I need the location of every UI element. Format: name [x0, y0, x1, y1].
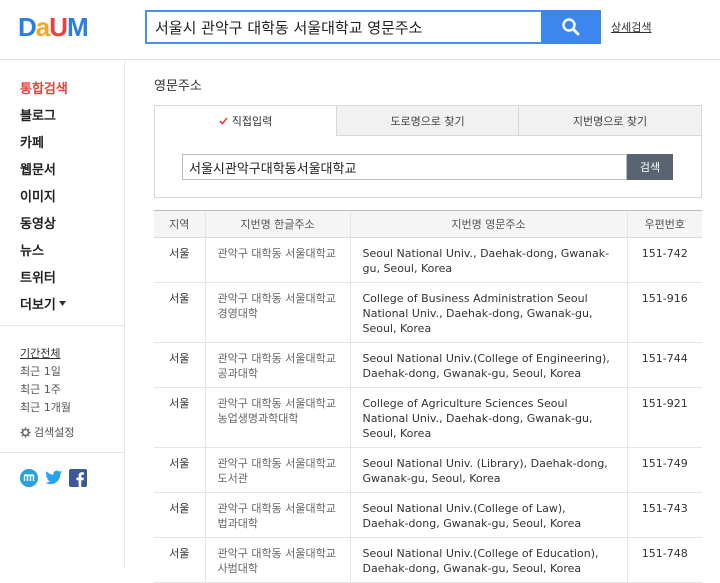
tab-road-name[interactable]: 도로명으로 찾기 [336, 106, 518, 136]
period-1week[interactable]: 최근 1주 [20, 381, 61, 397]
mypeople-glyph-icon [20, 469, 38, 487]
cell-korean-address: 관악구 대학동 서울대학교법과대학 [204, 492, 350, 538]
cell-english-address: Seoul National Univ.(College of Educatio… [349, 537, 627, 583]
logo-letter-d: D [18, 12, 37, 42]
sidebar-item-video[interactable]: 동영상 [20, 213, 56, 232]
cell-zipcode: 151-749 [626, 447, 702, 493]
main-content: 영문주소 직접입력 도로명으로 찾기 지번명으로 찾기 검색 지역 지번명 한글… [125, 61, 720, 583]
cell-korean-address: 관악구 대학동 서울대학교사범대학 [204, 537, 350, 583]
logo-letter-m: M [67, 12, 89, 42]
facebook-f-icon [69, 469, 87, 487]
sidebar-item-more-label: 더보기 [20, 298, 56, 313]
header-english-address: 지번명 영문주소 [349, 210, 627, 238]
tab-direct-input-label: 직접입력 [231, 115, 273, 128]
cell-region: 서울 [154, 537, 205, 583]
tab-lot-number-label: 지번명으로 찾기 [572, 114, 648, 128]
table-row: 서울 관악구 대학동 서울대학교도서관 Seoul National Univ.… [154, 447, 702, 493]
sidebar-item-all[interactable]: 통합검색 [20, 78, 68, 97]
twitter-icon[interactable] [45, 469, 63, 487]
sidebar-divider [0, 325, 125, 326]
cell-korean-address: 관악구 대학동 서울대학교공과대학 [204, 342, 350, 388]
cell-zipcode: 151-921 [626, 387, 702, 448]
twitter-bird-icon [45, 470, 63, 485]
facebook-icon[interactable] [69, 469, 87, 487]
panel-body: 검색 [155, 136, 701, 197]
search-input[interactable] [147, 12, 542, 42]
search-icon [562, 18, 580, 36]
header-region: 지역 [154, 210, 205, 238]
table-row: 서울 관악구 대학동 서울대학교 Seoul National Univ., D… [154, 237, 702, 283]
cell-region: 서울 [154, 387, 205, 448]
cell-region: 서울 [154, 342, 205, 388]
search-box [145, 10, 542, 44]
mypeople-icon[interactable] [20, 469, 38, 487]
cell-english-address: Seoul National Univ. (Library), Daehak-d… [349, 447, 627, 493]
address-search-button[interactable]: 검색 [627, 154, 673, 180]
cell-zipcode: 151-748 [626, 537, 702, 583]
sidebar-item-blog[interactable]: 블로그 [20, 105, 56, 124]
search-button[interactable] [541, 10, 601, 44]
cell-korean-address: 관악구 대학동 서울대학교 [204, 237, 350, 283]
tab-direct-input[interactable]: 직접입력 [155, 106, 336, 136]
cell-region: 서울 [154, 447, 205, 493]
table-row: 서울 관악구 대학동 서울대학교법과대학 Seoul National Univ… [154, 492, 702, 538]
table-row: 서울 관악구 대학동 서울대학교농업생명과학대학 College of Agri… [154, 387, 702, 448]
sidebar-item-web[interactable]: 웹문서 [20, 159, 56, 178]
cell-region: 서울 [154, 492, 205, 538]
logo-letter-u: U [49, 12, 68, 42]
top-header: DaUM 상세검색 [0, 0, 720, 60]
header-zipcode: 우편번호 [626, 210, 702, 238]
sidebar-divider-2 [0, 452, 125, 453]
cell-english-address: Seoul National Univ., Daehak-dong, Gwana… [349, 237, 627, 283]
sidebar-item-cafe[interactable]: 카페 [20, 132, 44, 151]
tab-lot-number[interactable]: 지번명으로 찾기 [518, 106, 701, 136]
cell-english-address: Seoul National Univ.(College of Engineer… [349, 342, 627, 388]
cell-english-address: College of Business Administration Seoul… [349, 282, 627, 343]
table-row: 서울 관악구 대학동 서울대학교경영대학 College of Business… [154, 282, 702, 343]
table-row: 서울 관악구 대학동 서울대학교사범대학 Seoul National Univ… [154, 537, 702, 583]
address-panel: 직접입력 도로명으로 찾기 지번명으로 찾기 검색 [154, 105, 702, 198]
cell-korean-address: 관악구 대학동 서울대학교경영대학 [204, 282, 350, 343]
table-header-row: 지역 지번명 한글주소 지번명 영문주소 우편번호 [154, 210, 702, 238]
period-all-link[interactable]: 기간전체 [20, 345, 60, 361]
sidebar-item-twitter[interactable]: 트위터 [20, 267, 56, 286]
cell-zipcode: 151-743 [626, 492, 702, 538]
gear-icon [20, 426, 31, 438]
detail-search-link[interactable]: 상세검색 [611, 19, 651, 35]
cell-english-address: College of Agriculture Sciences Seoul Na… [349, 387, 627, 448]
search-settings-label: 검색설정 [34, 426, 75, 439]
header-korean-address: 지번명 한글주소 [204, 210, 350, 238]
daum-logo[interactable]: DaUM [18, 12, 89, 42]
cell-zipcode: 151-744 [626, 342, 702, 388]
address-input[interactable] [182, 154, 627, 180]
results-table: 지역 지번명 한글주소 지번명 영문주소 우편번호 서울 관악구 대학동 서울대… [154, 210, 702, 583]
sidebar-item-image[interactable]: 이미지 [20, 186, 56, 205]
cell-zipcode: 151-916 [626, 282, 702, 343]
sidebar-item-more[interactable]: 더보기 [20, 294, 66, 313]
logo-letter-a: a [35, 12, 51, 42]
sidebar: 통합검색 블로그 카페 웹문서 이미지 동영상 뉴스 트위터 더보기 기간전체 … [0, 61, 125, 568]
cell-korean-address: 관악구 대학동 서울대학교도서관 [204, 447, 350, 493]
check-icon [219, 117, 228, 125]
caret-down-icon [58, 301, 66, 306]
period-1month[interactable]: 최근 1개월 [20, 399, 71, 415]
search-settings[interactable]: 검색설정 [20, 424, 74, 440]
cell-region: 서울 [154, 237, 205, 283]
table-row: 서울 관악구 대학동 서울대학교공과대학 Seoul National Univ… [154, 342, 702, 388]
cell-zipcode: 151-742 [626, 237, 702, 283]
cell-region: 서울 [154, 282, 205, 343]
sidebar-item-news[interactable]: 뉴스 [20, 240, 44, 259]
period-1day[interactable]: 최근 1일 [20, 363, 61, 379]
cell-korean-address: 관악구 대학동 서울대학교농업생명과학대학 [204, 387, 350, 448]
tab-road-name-label: 도로명으로 찾기 [390, 114, 465, 128]
cell-english-address: Seoul National Univ.(College of Law), Da… [349, 492, 627, 538]
section-title: 영문주소 [154, 79, 202, 94]
